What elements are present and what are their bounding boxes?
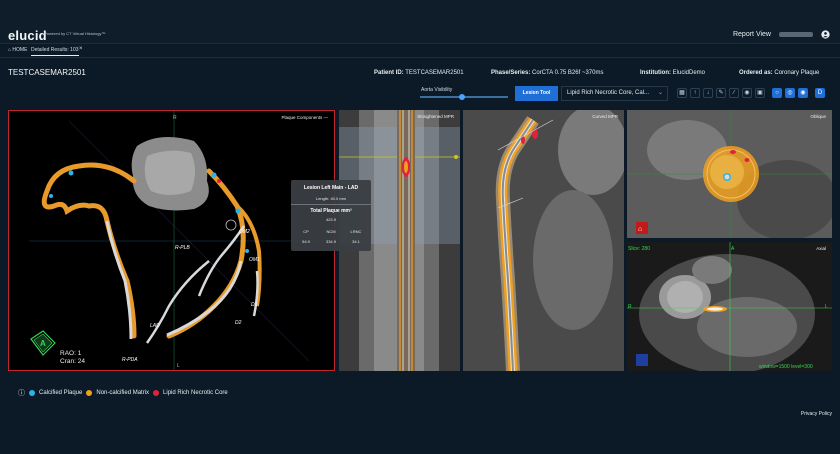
institution: Institution: ElucidDemo [640, 70, 706, 76]
panel-title-oblique: Oblique [810, 114, 826, 119]
panel-title-straightened-mpr: Straightened MPR [417, 114, 454, 119]
calcified-dot-icon [29, 390, 35, 396]
view-circle-3-icon[interactable]: ◉ [798, 88, 808, 98]
ordered-as: Ordered as: Coronary Plaque [739, 70, 820, 76]
cp-value: 54.9 [302, 239, 310, 244]
plaque-legend: ⓘ Calcified Plaque Non-calcified Matrix … [18, 388, 228, 398]
view-circle-2-icon[interactable]: ◎ [785, 88, 795, 98]
case-title: TESTCASEMAR2501 [8, 68, 86, 77]
matrix-dot-icon [86, 390, 93, 396]
svg-text:⌂: ⌂ [638, 226, 642, 233]
curved-mpr-panel[interactable]: Curved MPR [463, 110, 624, 371]
coronary-3d-render: R L R-PLB OM2 OM1 D1 D2 LAD R-PDA A RAO:… [29, 111, 334, 370]
orient-l-bottom: L [177, 363, 180, 369]
lesion-info-card: Lesion Left Main - LAD Length: 40.0 mm T… [291, 180, 371, 251]
arrow-up-icon[interactable]: ↑ [690, 88, 700, 98]
top-bar: elucid Powered by CT Virtual Histology™ … [0, 0, 840, 44]
rao-value: RAO: 1 [60, 350, 82, 357]
close-icon[interactable]: × [79, 46, 83, 52]
report-view-link[interactable]: Report View [733, 31, 771, 38]
curved-mpr-image [463, 110, 624, 371]
total-plaque-value: 423.9 [325, 217, 336, 222]
camera-icon[interactable]: ▣ [755, 88, 765, 98]
vessel-label-lad: LAD [150, 323, 160, 329]
user-name-redacted [779, 32, 813, 37]
legend-lrnc: Lipid Rich Necrotic Core [163, 390, 228, 396]
legend-calcified: Calcified Plaque [39, 390, 83, 396]
axial-image: Slice: 280 A R L window=1500 level=300 [627, 242, 832, 371]
orient-r-axial: R [628, 304, 632, 310]
cp-label: CP [303, 229, 309, 234]
total-plaque-label: Total Plaque mm³ [310, 208, 352, 214]
eye-icon[interactable]: ◉ [742, 88, 752, 98]
vessel-label-r-plb: R-PLB [175, 245, 190, 251]
axial-panel[interactable]: Slice: 280 A R L window=1500 level=300 A… [627, 242, 832, 371]
lrnc-dot-icon [153, 390, 160, 396]
plaque-components-panel[interactable]: R L R-PLB OM2 OM1 D1 D2 LAD R-PDA A RAO:… [8, 110, 335, 371]
slice-number: Slice: 280 [628, 246, 650, 252]
cran-value: Cran: 24 [60, 358, 85, 365]
oblique-image: ⌂ [627, 110, 832, 238]
info-icon[interactable]: ⓘ [18, 388, 25, 398]
svg-text:A: A [40, 339, 46, 348]
vessel-label-om2: OM2 [239, 229, 250, 235]
grid-icon[interactable]: ▦ [677, 88, 687, 98]
tab-detailed-results[interactable]: Detailed Results: 103 [31, 47, 79, 56]
view-circle-1-icon[interactable]: ○ [772, 88, 782, 98]
vessel-label-om1: OM1 [249, 257, 260, 263]
pencil-icon[interactable]: ✎ [716, 88, 726, 98]
ncm-label: NCM [326, 229, 336, 234]
patient-id: Patient ID: TESTCASEMAR2501 [374, 70, 464, 76]
divider [291, 204, 371, 205]
legend-matrix: Non-calcified Matrix [96, 390, 150, 396]
orient-r-top: R [173, 115, 177, 121]
logo-subtitle: Powered by CT Virtual Histology™ [44, 31, 106, 36]
tabs-row: ⌂ HOME Detailed Results: 103 × [0, 44, 840, 58]
aorta-visibility-label: Aorta Visibility [421, 87, 453, 93]
aorta-slider-knob[interactable] [459, 94, 466, 100]
lesion-tool-button[interactable]: Lesion Tool [515, 86, 558, 101]
lrnc-label: LRNC [350, 229, 362, 234]
phase-series: Phase/Series: CorCTA 0.75 B26f ~370ms [491, 70, 604, 76]
vessel-label-r-pda: R-PDA [122, 357, 138, 363]
privacy-policy-link[interactable]: Privacy Policy [801, 411, 832, 417]
user-icon[interactable] [821, 30, 830, 39]
window-level: window=1500 level=300 [759, 364, 813, 370]
chevron-down-icon: ⌄ [657, 90, 663, 96]
panel-title-axial: Axial [816, 246, 826, 251]
plaque-type-dropdown[interactable]: Lipid Rich Necrotic Core, Cal... ⌄ [561, 86, 668, 101]
dropdown-value: Lipid Rich Necrotic Core, Cal... [567, 90, 650, 96]
tab-home[interactable]: ⌂ HOME [8, 47, 27, 53]
app-logo: elucid [8, 28, 47, 43]
orientation-cube-icon[interactable]: A [30, 330, 56, 356]
lesion-title: Lesion Left Main - LAD [303, 185, 359, 191]
oblique-panel[interactable]: ⌂ Oblique [627, 110, 832, 238]
orient-l-axial: L [825, 304, 828, 310]
view-d-icon[interactable]: D [815, 88, 825, 98]
vessel-label-d1: D1 [251, 302, 258, 308]
ncm-value: 334.9 [325, 239, 336, 244]
panel-title-curved-mpr: Curved MPR [592, 114, 618, 119]
panel-title-plaque-components: Plaque Components — [281, 115, 328, 120]
vessel-label-d2: D2 [235, 320, 242, 326]
lesion-length: Length: 40.0 mm [315, 196, 347, 201]
ruler-icon[interactable]: ∕ [729, 88, 739, 98]
arrow-down-icon[interactable]: ↓ [703, 88, 713, 98]
lrnc-value: 34.1 [352, 239, 360, 244]
